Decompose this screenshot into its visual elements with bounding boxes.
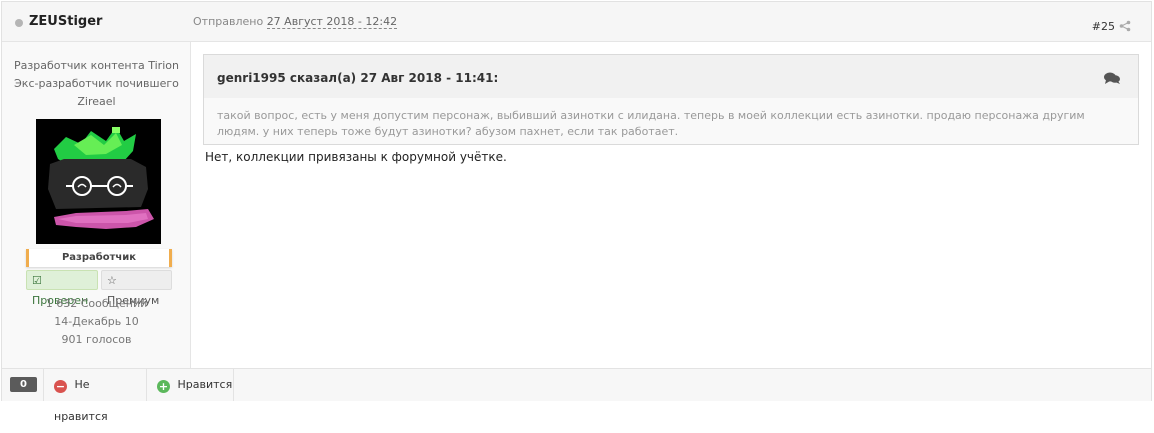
reply-text: Нет, коллекции привязаны к форумной учёт… — [205, 150, 507, 164]
quote-text: такой вопрос, есть у меня допустим персо… — [217, 109, 1085, 138]
offline-status-icon — [15, 19, 23, 27]
dislike-button[interactable]: − Не нравится — [43, 369, 146, 423]
verified-badge: ☑ Проверен — [26, 270, 98, 307]
votes-count: 901 голосов — [61, 333, 132, 346]
posted-date[interactable]: 27 Август 2018 - 12:42 — [266, 15, 398, 29]
post-header: ZEUStiger Отправлено 27 Август 2018 - 12… — [2, 2, 1151, 42]
star-icon: ☆ — [107, 274, 117, 287]
plus-icon: + — [157, 380, 170, 393]
share-icon[interactable] — [1119, 20, 1131, 32]
reputation-count: 0 — [10, 377, 37, 392]
like-button[interactable]: + Нравится — [146, 369, 234, 401]
author-sidebar: Разработчик контента Tirion Экс-разработ… — [2, 42, 191, 368]
speech-bubbles-icon[interactable] — [1104, 72, 1120, 84]
check-icon: ☑ — [32, 274, 42, 287]
post-number-link[interactable]: #25 — [1092, 20, 1115, 33]
member-rank: Разработчик — [26, 249, 172, 267]
quote-header: genri1995 сказал(а) 27 Авг 2018 - 11:41: — [204, 55, 1138, 98]
posts-count: 1 632 Сообщений — [45, 297, 148, 310]
member-title-line: Экс-разработчик почившего — [14, 77, 179, 90]
avatar[interactable] — [36, 119, 161, 244]
posted-prefix: Отправлено — [193, 15, 264, 28]
member-title-line: Разработчик контента Tirion — [14, 59, 179, 72]
quote-block: genri1995 сказал(а) 27 Авг 2018 - 11:41:… — [203, 54, 1139, 145]
join-date: 14-Декабрь 10 — [54, 315, 139, 328]
forum-post: ZEUStiger Отправлено 27 Август 2018 - 12… — [1, 1, 1152, 423]
member-title-line: Zireael — [77, 95, 116, 108]
post-footer: 0 − Не нравится + Нравится — [2, 368, 1151, 423]
posted-info: Отправлено 27 Август 2018 - 12:42 — [193, 15, 398, 29]
minus-icon: − — [54, 380, 67, 393]
quote-author: genri1995 сказал(а) 27 Авг 2018 - 11:41: — [217, 71, 499, 85]
premium-badge: ☆ Премиум — [101, 270, 172, 307]
like-label: Нравится — [177, 378, 233, 391]
author-name[interactable]: ZEUStiger — [29, 14, 102, 29]
